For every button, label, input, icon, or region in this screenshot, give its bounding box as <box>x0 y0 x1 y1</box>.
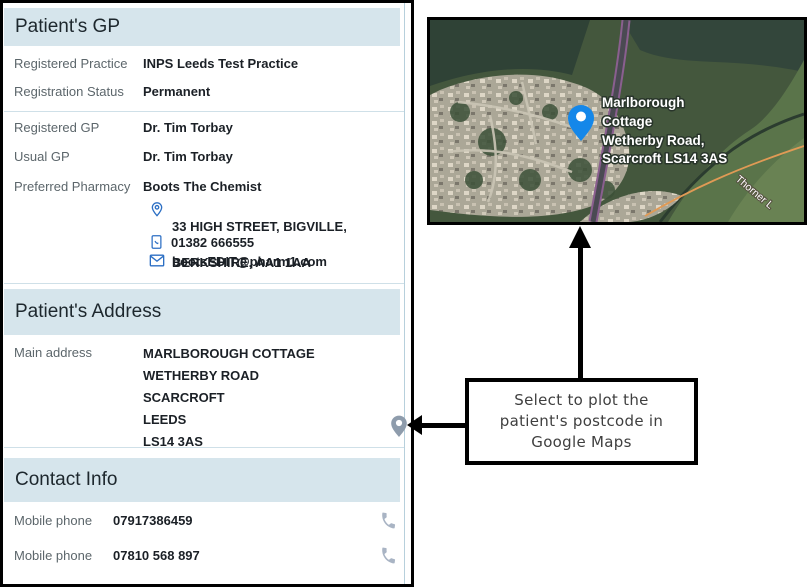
address-line: SCARCROFT <box>143 387 315 409</box>
preferred-pharmacy-value: Boots The Chemist <box>143 179 261 194</box>
address-line: WETHERBY ROAD <box>143 365 315 387</box>
preferred-pharmacy-label: Preferred Pharmacy <box>14 179 130 194</box>
arrow-to-pin-shaft <box>421 423 465 428</box>
panel-edge-line <box>404 3 405 584</box>
annotation-callout: Select to plot the patient's postcode in… <box>465 378 698 465</box>
phone-call-icon[interactable] <box>379 511 398 530</box>
registered-practice-value: INPS Leeds Test Practice <box>143 56 298 71</box>
pharmacy-email-row: bootsEDIT@pharm1.com <box>149 253 327 273</box>
pharmacy-phone-value: 01382 666555 <box>171 234 254 252</box>
map-pin-label-line: Cottage <box>602 114 653 129</box>
usual-gp-label: Usual GP <box>14 149 70 164</box>
mobile-phone-label-2: Mobile phone <box>14 548 92 563</box>
arrow-to-map-head <box>569 226 591 248</box>
registered-gp-label: Registered GP <box>14 120 99 135</box>
map-pin-label-line: Scarcroft LS14 3AS <box>602 151 727 166</box>
registered-gp-value: Dr. Tim Torbay <box>143 120 233 135</box>
mobile-phone-label-1: Mobile phone <box>14 513 92 528</box>
callout-line: Select to plot the <box>514 390 648 411</box>
address-line: LEEDS <box>143 409 315 431</box>
location-pin-icon <box>149 200 165 223</box>
contact-section-header: Contact Info <box>4 458 400 502</box>
mobile-phone-value-1: 07917386459 <box>113 513 193 528</box>
address-line: MARLBOROUGH COTTAGE <box>143 343 315 365</box>
callout-line: Google Maps <box>531 432 631 453</box>
google-maps-satellite-view[interactable]: Marlborough Cottage Wetherby Road, Scarc… <box>427 17 807 225</box>
arrow-to-map-shaft <box>578 247 583 378</box>
arrow-to-pin-head <box>407 415 422 435</box>
pharmacy-address-line1: 33 HIGH STREET, BIGVILLE, <box>172 219 347 234</box>
usual-gp-value: Dr. Tim Torbay <box>143 149 233 164</box>
address-line: LS14 3AS <box>143 431 315 453</box>
screen: Patient's GP Registered Practice INPS Le… <box>0 0 809 587</box>
callout-line: patient's postcode in <box>500 411 663 432</box>
gp-section-header: Patient's GP <box>4 8 400 46</box>
mobile-phone-value-2: 07810 568 897 <box>113 548 200 563</box>
registration-status-label: Registration Status <box>14 84 124 99</box>
email-envelope-icon <box>149 253 165 273</box>
divider <box>4 111 404 112</box>
main-address-label: Main address <box>14 345 92 360</box>
pharmacy-email-value: bootsEDIT@pharm1.com <box>172 253 327 271</box>
map-pin-label-line: Wetherby Road, <box>602 133 705 148</box>
pharmacy-phone-row: 01382 666555 <box>149 234 254 255</box>
address-section-header: Patient's Address <box>4 289 400 335</box>
phone-call-icon[interactable] <box>379 546 398 565</box>
main-address-value: MARLBOROUGH COTTAGE WETHERBY ROAD SCARCR… <box>143 343 315 453</box>
divider <box>4 447 404 448</box>
registered-practice-label: Registered Practice <box>14 56 127 71</box>
patient-details-panel: Patient's GP Registered Practice INPS Le… <box>0 0 414 587</box>
registration-status-value: Permanent <box>143 84 210 99</box>
map-pin-label-line: Marlborough <box>602 95 685 110</box>
divider <box>4 283 404 284</box>
mobile-phone-icon <box>149 234 164 255</box>
